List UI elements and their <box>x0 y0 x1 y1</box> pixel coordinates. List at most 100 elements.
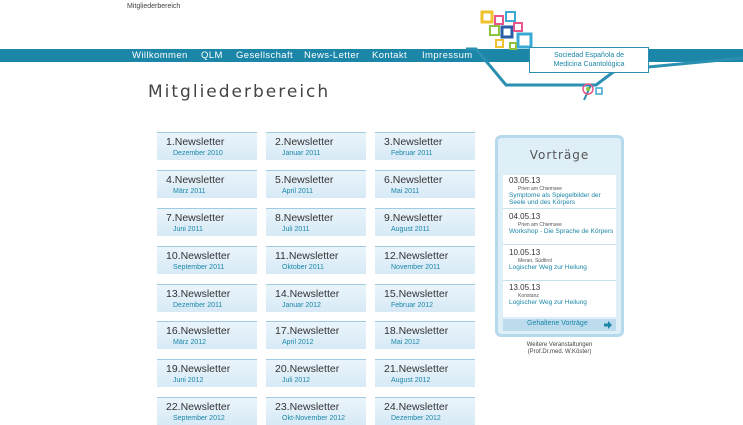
newsletter-date: März 2012 <box>173 339 207 346</box>
newsletter-date: April 2011 <box>282 188 314 195</box>
newsletter-date: Juni 2011 <box>173 226 203 233</box>
weitere-veranstaltungen-link[interactable]: Weitere Veranstaltungen (Prof.Dr.med. W.… <box>495 342 624 356</box>
newsletter-card[interactable]: 24.Newsletter Dezember 2012 <box>375 397 475 425</box>
newsletter-card[interactable]: 14.Newsletter Januar 2012 <box>266 284 366 312</box>
newsletter-title: 17.Newsletter <box>275 325 340 337</box>
newsletter-date: Januar 2011 <box>282 150 321 157</box>
newsletter-card[interactable]: 22.Newsletter September 2012 <box>157 397 257 425</box>
newsletter-date: April 2012 <box>282 339 314 346</box>
vortrag-item[interactable]: 03.05.13 Prien am Chiemsee Symptome als … <box>503 175 616 209</box>
gehaltene-vortraege-label: Gehaltene Vorträge <box>527 320 588 327</box>
vortrag-date: 04.05.13 <box>509 212 541 221</box>
newsletter-date: Juli 2012 <box>282 377 311 384</box>
newsletter-title: 13.Newsletter <box>166 288 231 300</box>
newsletter-card[interactable]: 7.Newsletter Juni 2011 <box>157 208 257 236</box>
nav-item-kontakt[interactable]: Kontakt <box>372 49 407 62</box>
breadcrumb-title: Mitgliederbereich <box>127 3 181 10</box>
vortrag-date: 13.05.13 <box>509 283 541 292</box>
newsletter-title: 8.Newsletter <box>275 212 334 224</box>
newsletter-title: 22.Newsletter <box>166 401 231 413</box>
footer-line-2: (Prof.Dr.med. W.Köster) <box>527 349 592 355</box>
newsletter-card[interactable]: 9.Newsletter August 2011 <box>375 208 475 236</box>
nav-item-news-letter[interactable]: News-Letter <box>304 49 360 62</box>
newsletter-title: 6.Newsletter <box>384 174 443 186</box>
vortraege-list: 03.05.13 Prien am Chiemsee Symptome als … <box>503 175 616 317</box>
newsletter-title: 23.Newsletter <box>275 401 340 413</box>
newsletter-date: Dezember 2011 <box>173 302 223 309</box>
newsletter-title: 11.Newsletter <box>275 250 339 262</box>
nav-item-qlm[interactable]: QLM <box>201 49 223 62</box>
newsletter-card[interactable]: 13.Newsletter Dezember 2011 <box>157 284 257 312</box>
newsletter-date: Okt-November 2012 <box>282 415 346 422</box>
newsletter-title: 14.Newsletter <box>275 288 340 300</box>
logo-line-1: Sociedad Española de <box>553 52 625 59</box>
newsletter-card[interactable]: 18.Newsletter Mai 2012 <box>375 321 475 349</box>
newsletter-card[interactable]: 8.Newsletter Juli 2011 <box>266 208 366 236</box>
newsletter-title: 20.Newsletter <box>275 363 340 375</box>
logo-line-2: Medicina Cuantológica <box>553 61 625 68</box>
nav-item-willkommen[interactable]: Willkommen <box>132 49 188 62</box>
newsletter-title: 5.Newsletter <box>275 174 334 186</box>
newsletter-date: Oktober 2011 <box>282 264 324 271</box>
vortrag-item[interactable]: 04.05.13 Prien am Chiemsee Workshop - Di… <box>503 211 616 245</box>
newsletter-date: August 2012 <box>391 377 431 384</box>
newsletter-date: Dezember 2010 <box>173 150 223 157</box>
newsletter-title: 4.Newsletter <box>166 174 225 186</box>
newsletter-date: Februar 2012 <box>391 302 434 309</box>
gehaltene-vortraege-button[interactable]: Gehaltene Vorträge <box>503 319 616 331</box>
vortrag-title: Workshop - Die Sprache de Körpers <box>509 228 614 235</box>
newsletter-card[interactable]: 10.Newsletter September 2011 <box>157 246 257 274</box>
newsletter-card[interactable]: 2.Newsletter Januar 2011 <box>266 132 366 160</box>
newsletter-card[interactable]: 20.Newsletter Juli 2012 <box>266 359 366 387</box>
newsletter-card[interactable]: 19.Newsletter Juni 2012 <box>157 359 257 387</box>
newsletter-card[interactable]: 15.Newsletter Februar 2012 <box>375 284 475 312</box>
logo[interactable]: Sociedad Española de Medicina Cuantológi… <box>466 0 743 110</box>
newsletter-card[interactable]: 1.Newsletter Dezember 2010 <box>157 132 257 160</box>
newsletter-title: 18.Newsletter <box>384 325 449 337</box>
newsletter-date: März 2011 <box>173 188 206 195</box>
newsletter-date: November 2011 <box>391 264 441 271</box>
newsletter-title: 3.Newsletter <box>384 136 443 148</box>
vortraege-panel: Vorträge 03.05.13 Prien am Chiemsee Symp… <box>495 135 624 337</box>
newsletter-card[interactable]: 23.Newsletter Okt-November 2012 <box>266 397 366 425</box>
newsletter-card[interactable]: 21.Newsletter August 2012 <box>375 359 475 387</box>
newsletter-title: 12.Newsletter <box>384 250 449 262</box>
newsletter-title: 2.Newsletter <box>275 136 334 148</box>
newsletter-title: 1.Newsletter <box>166 136 225 148</box>
newsletter-title: 7.Newsletter <box>166 212 225 224</box>
newsletter-card[interactable]: 4.Newsletter März 2011 <box>157 170 257 198</box>
nav-item-gesellschaft[interactable]: Gesellschaft <box>236 49 293 62</box>
newsletter-title: 15.Newsletter <box>384 288 449 300</box>
newsletter-title: 21.Newsletter <box>384 363 449 375</box>
newsletter-date: Dezember 2012 <box>391 415 441 422</box>
newsletter-title: 16.Newsletter <box>166 325 231 337</box>
newsletter-card[interactable]: 16.Newsletter März 2012 <box>157 321 257 349</box>
newsletter-date: September 2011 <box>173 264 225 271</box>
newsletter-date: August 2011 <box>391 226 430 233</box>
newsletter-card[interactable]: 17.Newsletter April 2012 <box>266 321 366 349</box>
vortrag-item[interactable]: 10.05.13 Meran, Südtirol Logischer Weg z… <box>503 247 616 281</box>
vortrag-date: 10.05.13 <box>509 248 541 257</box>
nav-item-impressum[interactable]: Impressum <box>422 49 473 62</box>
newsletter-title: 10.Newsletter <box>166 250 231 262</box>
newsletter-date: Juli 2011 <box>282 226 310 233</box>
logo-text: Sociedad Española de Medicina Cuantológi… <box>529 47 649 73</box>
newsletter-title: 24.Newsletter <box>384 401 449 413</box>
newsletter-card[interactable]: 6.Newsletter Mai 2011 <box>375 170 475 198</box>
newsletter-date: Januar 2012 <box>282 302 321 309</box>
newsletter-card[interactable]: 3.Newsletter Februar 2011 <box>375 132 475 160</box>
newsletter-title: 9.Newsletter <box>384 212 443 224</box>
newsletter-card[interactable]: 5.Newsletter April 2011 <box>266 170 366 198</box>
vortrag-title: Logischer Weg zur Heilung <box>509 299 587 306</box>
arrow-right-icon <box>604 321 612 329</box>
newsletter-date: September 2012 <box>173 415 225 422</box>
page-title: Mitgliederbereich <box>148 82 331 102</box>
vortrag-date: 03.05.13 <box>509 176 541 185</box>
newsletter-card[interactable]: 12.Newsletter November 2011 <box>375 246 475 274</box>
newsletter-card[interactable]: 11.Newsletter Oktober 2011 <box>266 246 366 274</box>
vortraege-heading: Vorträge <box>529 148 590 162</box>
vortrag-item[interactable]: 13.05.13 Konstanz Logischer Weg zur Heil… <box>503 282 616 316</box>
newsletter-title: 19.Newsletter <box>166 363 231 375</box>
footer-line-1: Weitere Veranstaltungen <box>526 342 593 348</box>
vortrag-title: Symptome als Spiegelbilder der Seele und… <box>509 192 601 206</box>
